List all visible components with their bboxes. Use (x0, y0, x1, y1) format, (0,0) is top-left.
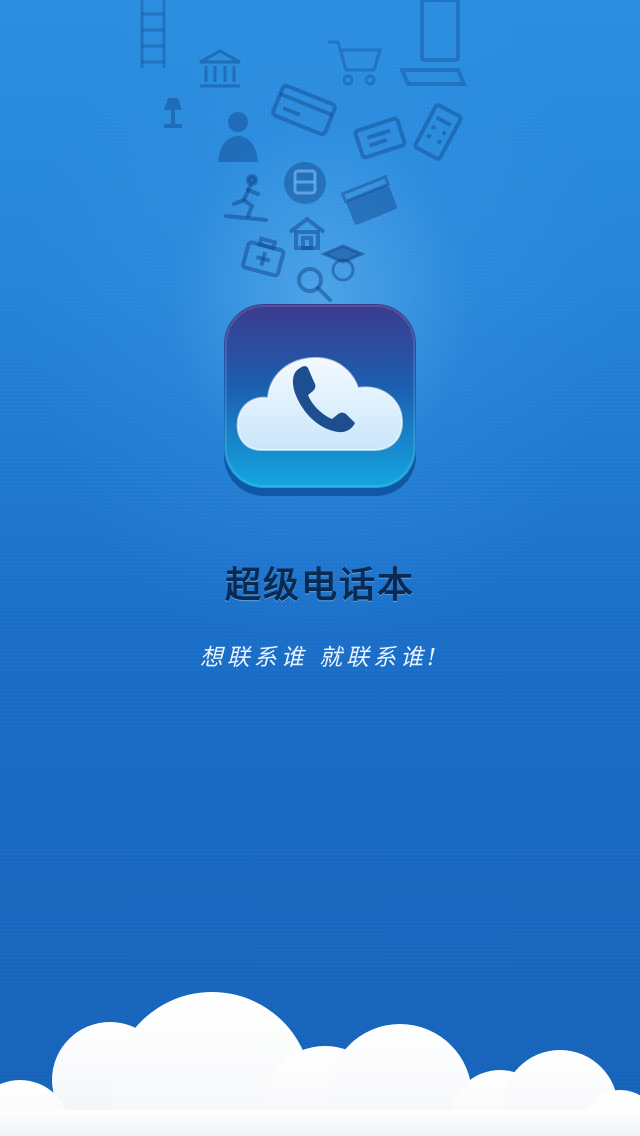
laptop-icon (398, 0, 468, 86)
app-title: 超级电话本 (224, 564, 415, 606)
calculator-icon (413, 103, 463, 161)
building-icon (140, 0, 166, 68)
film-icon (340, 174, 398, 225)
bus-icon (284, 162, 326, 204)
ticket-icon (353, 116, 407, 160)
bottom-clouds (0, 992, 640, 1136)
search-icon (297, 267, 332, 302)
cart-icon (328, 40, 383, 86)
card-icon (271, 83, 337, 137)
decorative-icon-cluster (0, 0, 640, 330)
app-slogan: 想联系谁 就联系谁! (199, 645, 441, 671)
lamp-icon (164, 98, 182, 128)
person-icon (218, 112, 258, 162)
medical-kit-icon (241, 236, 286, 278)
runner-icon (224, 174, 268, 222)
bank-icon (199, 49, 241, 88)
house-icon (288, 216, 326, 250)
cloud-phone-icon (224, 304, 416, 496)
